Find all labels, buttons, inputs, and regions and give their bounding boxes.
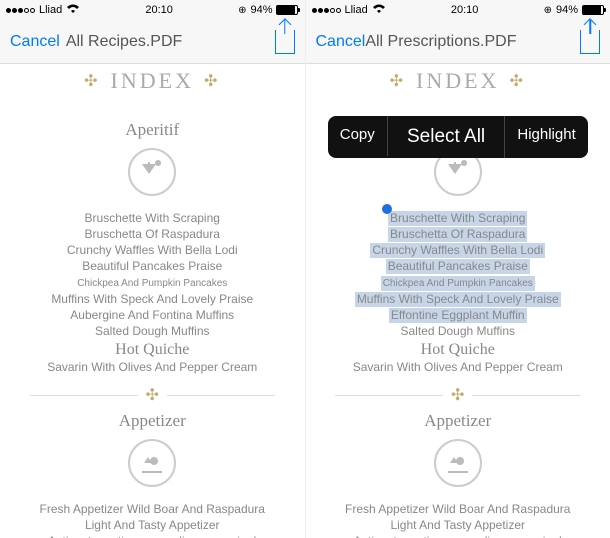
recipe-item-hot: Hot Quiche bbox=[316, 341, 601, 359]
recipe-item: Savarin With Olives And Pepper Cream bbox=[47, 360, 257, 374]
index-heading: ✣ INDEX ✣ bbox=[316, 68, 601, 94]
index-heading: ✣ INDEX ✣ bbox=[10, 68, 295, 94]
recipe-item: Effontine Eggplant Muffin bbox=[389, 308, 527, 323]
flourish-icon: ✣ bbox=[204, 71, 220, 91]
status-time: 20:10 bbox=[451, 4, 479, 16]
recipe-item: Fresh Appetizer Wild Boar And Raspadura bbox=[40, 502, 265, 516]
section-title: Aperitif bbox=[10, 120, 295, 140]
carrier-label: Lliad bbox=[345, 4, 368, 16]
section-aperitif: Aperitif Copy Select All Highlight Brusc… bbox=[316, 120, 601, 375]
recipe-item: Crunchy Waffles With Bella Lodi bbox=[370, 243, 545, 258]
section-divider: ✣ bbox=[30, 389, 275, 401]
recipe-item: Bruschette With Scraping bbox=[85, 211, 220, 225]
battery-icon bbox=[276, 5, 298, 15]
recipe-item: Salted Dough Muffins bbox=[400, 324, 515, 338]
doc-title: All Prescriptions.PDF bbox=[365, 33, 580, 51]
wifi-icon bbox=[66, 4, 80, 17]
battery-percent: 94% bbox=[250, 4, 272, 16]
share-icon[interactable] bbox=[580, 30, 600, 54]
signal-dots-icon bbox=[312, 8, 341, 13]
recipe-item: Antipasto rustico... semplice e genuino! bbox=[48, 534, 257, 538]
recipe-item: Antipasto rustico... semplice e genuino! bbox=[353, 534, 562, 538]
left-screenshot: Lliad 20:10 ⊕ 94% Cancel All Recipes.PDF… bbox=[0, 0, 306, 538]
flourish-icon: ✣ bbox=[138, 385, 167, 405]
nav-bar: Cancel All Recipes.PDF bbox=[0, 20, 305, 64]
recipe-item: Chickpea And Pumpkin Pancakes bbox=[381, 276, 535, 291]
copy-button[interactable]: Copy bbox=[328, 116, 388, 158]
recipe-item: Savarin With Olives And Pepper Cream bbox=[353, 360, 563, 374]
nav-bar: Cancel All Prescriptions.PDF bbox=[306, 20, 610, 64]
signal-dots-icon bbox=[6, 8, 35, 13]
recipe-item: Beautiful Pancakes Praise bbox=[82, 259, 222, 273]
recipe-item: Light And Tasty Appetizer bbox=[390, 518, 525, 532]
section-divider: ✣ bbox=[335, 389, 580, 401]
appetizer-icon bbox=[434, 439, 482, 487]
appetizer-icon bbox=[128, 439, 176, 487]
recipe-item: Beautiful Pancakes Praise bbox=[386, 259, 530, 274]
recipe-item-hot: Hot Quiche bbox=[10, 341, 295, 359]
section-title: Appetizer bbox=[10, 411, 295, 431]
share-icon[interactable] bbox=[275, 30, 295, 54]
aperitif-icon bbox=[128, 148, 176, 196]
recipe-item: Chickpea And Pumpkin Pancakes bbox=[77, 278, 227, 289]
charging-icon: ⊕ bbox=[544, 5, 552, 16]
recipe-item: Light And Tasty Appetizer bbox=[85, 518, 220, 532]
section-aperitif: Aperitif Bruschette With Scraping Brusch… bbox=[10, 120, 295, 375]
doc-content[interactable]: ✣ INDEX ✣ Aperitif Bruschette With Scrap… bbox=[0, 64, 305, 538]
highlight-button[interactable]: Highlight bbox=[505, 116, 587, 158]
flourish-icon: ✣ bbox=[390, 71, 406, 91]
recipe-item: Bruschette With Scraping bbox=[388, 211, 527, 226]
charging-icon: ⊕ bbox=[238, 5, 246, 16]
recipe-item: Bruschetta Of Raspadura bbox=[85, 227, 220, 241]
recipe-item: Crunchy Waffles With Bella Lodi bbox=[67, 243, 238, 257]
battery-percent: 94% bbox=[556, 4, 578, 16]
section-appetizer: Appetizer Fresh Appetizer Wild Boar And … bbox=[316, 411, 601, 538]
recipe-item: Muffins With Speck And Lovely Praise bbox=[51, 292, 253, 306]
section-title: Appetizer bbox=[316, 411, 601, 431]
flourish-icon: ✣ bbox=[443, 385, 472, 405]
status-time: 20:10 bbox=[145, 4, 173, 16]
flourish-icon: ✣ bbox=[509, 71, 525, 91]
status-bar: Lliad 20:10 ⊕ 94% bbox=[0, 0, 305, 20]
recipe-item: Salted Dough Muffins bbox=[95, 324, 210, 338]
battery-icon bbox=[582, 5, 604, 15]
select-all-button[interactable]: Select All bbox=[388, 116, 506, 158]
flourish-icon: ✣ bbox=[84, 71, 100, 91]
wifi-icon bbox=[372, 4, 386, 17]
recipe-item: Muffins With Speck And Lovely Praise bbox=[355, 292, 561, 307]
text-selection-popover: Copy Select All Highlight bbox=[328, 116, 588, 158]
status-bar: Lliad 20:10 ⊕ 94% bbox=[306, 0, 610, 20]
cancel-button[interactable]: Cancel bbox=[316, 33, 366, 51]
recipe-item: Bruschetta Of Raspadura bbox=[388, 227, 527, 242]
cancel-button[interactable]: Cancel bbox=[10, 33, 60, 51]
doc-content[interactable]: ✣ INDEX ✣ Aperitif Copy Select All Highl… bbox=[306, 64, 610, 538]
doc-title: All Recipes.PDF bbox=[60, 33, 275, 51]
recipe-item: Fresh Appetizer Wild Boar And Raspadura bbox=[345, 502, 570, 516]
section-appetizer: Appetizer Fresh Appetizer Wild Boar And … bbox=[10, 411, 295, 538]
selection-handle-icon[interactable] bbox=[382, 204, 392, 214]
right-screenshot: Lliad 20:10 ⊕ 94% Cancel All Prescriptio… bbox=[306, 0, 610, 538]
carrier-label: Lliad bbox=[39, 4, 62, 16]
recipe-item: Aubergine And Fontina Muffins bbox=[70, 308, 234, 322]
